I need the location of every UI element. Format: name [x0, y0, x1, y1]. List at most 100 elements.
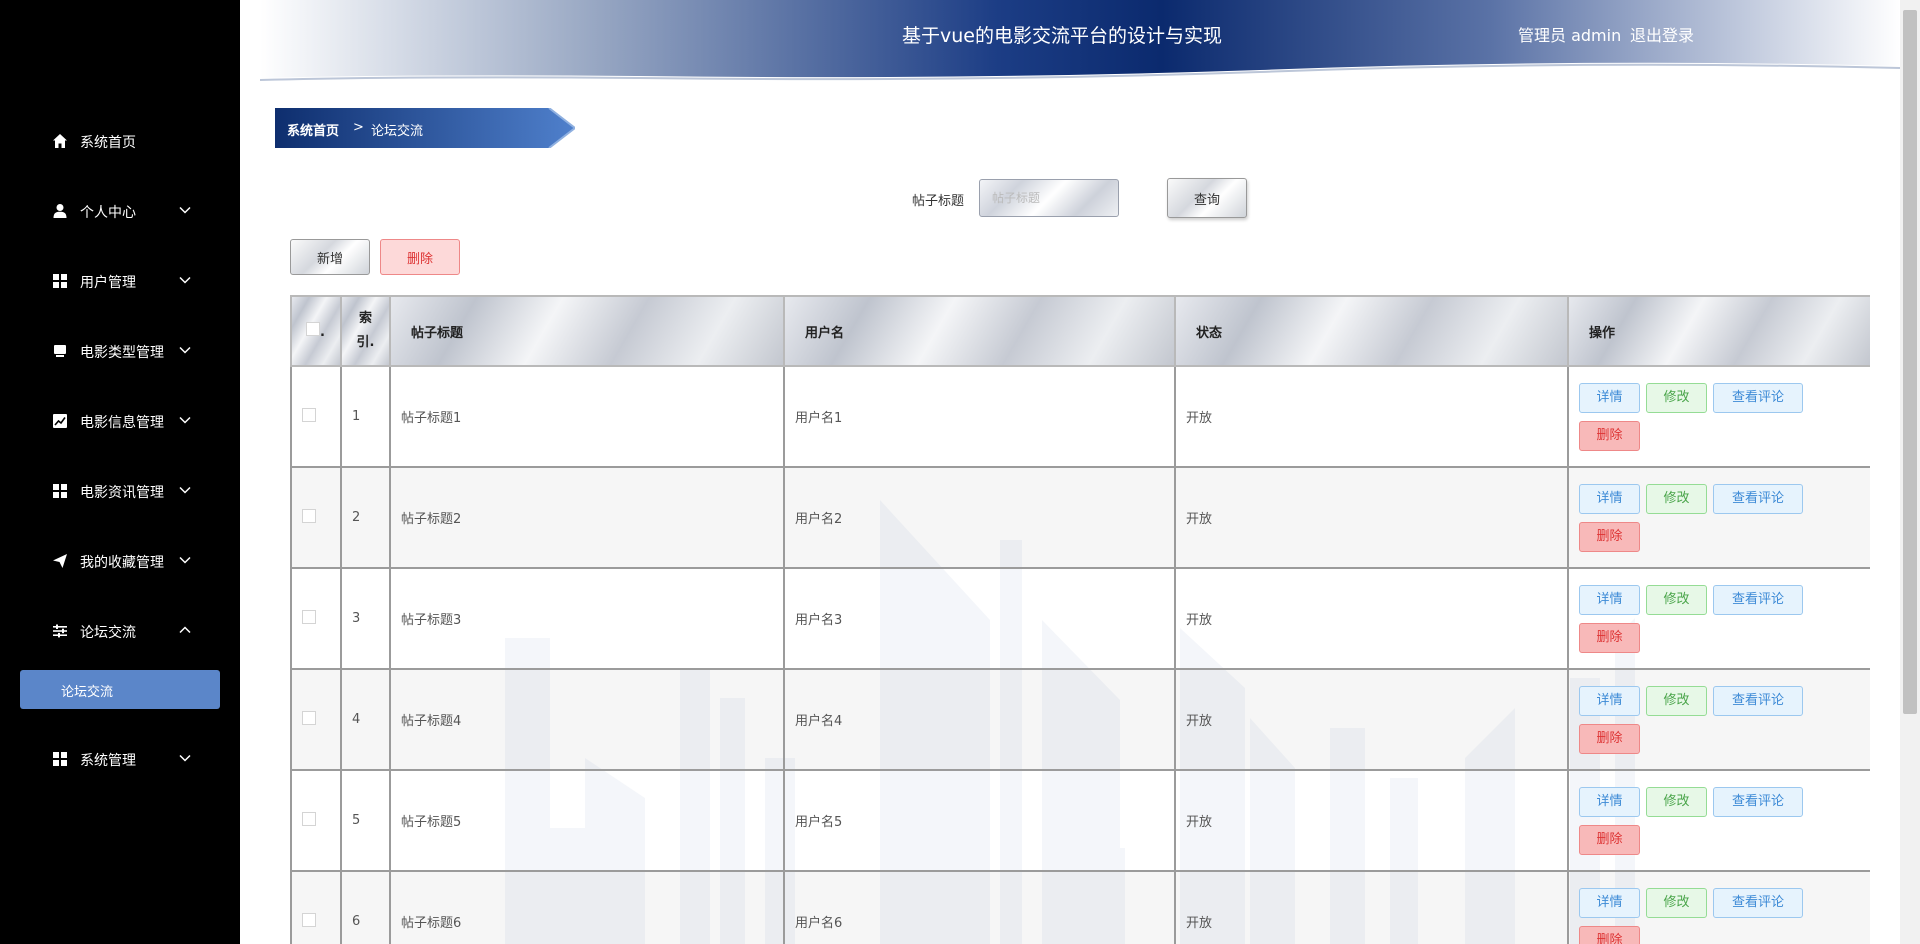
- row-checkbox[interactable]: [302, 912, 316, 927]
- cell-select: [290, 668, 342, 771]
- cell-select: [290, 567, 342, 670]
- sidebar-item-label: 我的收藏管理: [80, 555, 164, 571]
- edit-button[interactable]: 修改: [1646, 483, 1707, 514]
- page-scrollbar-thumb[interactable]: [1903, 10, 1917, 714]
- chevron-down-icon: [179, 486, 191, 494]
- cell-actions: 详情 修改 查看评论 删除: [1567, 567, 1870, 670]
- sidebar-item-movie-news-management[interactable]: 电影资讯管理: [0, 471, 240, 511]
- sidebar-item-movie-type-management[interactable]: 电影类型管理: [0, 331, 240, 371]
- sidebar-item-forum[interactable]: 论坛交流: [0, 611, 240, 651]
- row-delete-button[interactable]: 删除: [1579, 622, 1640, 653]
- sidebar: 系统首页 个人中心 用户管理 电影类型管理 电影信息管理 电影资讯管理 我的收藏…: [0, 0, 240, 944]
- cell-title: 帖子标题4: [389, 668, 785, 771]
- row-checkbox[interactable]: [302, 710, 316, 725]
- sidebar-item-favorites-management[interactable]: 我的收藏管理: [0, 541, 240, 581]
- chevron-down-icon: [179, 556, 191, 564]
- breadcrumb-home[interactable]: 系统首页: [287, 120, 339, 139]
- logout-link[interactable]: 退出登录: [1630, 22, 1694, 46]
- row-delete-button[interactable]: 删除: [1579, 925, 1640, 944]
- detail-button[interactable]: 详情: [1579, 584, 1640, 615]
- add-button[interactable]: 新增: [290, 239, 370, 275]
- row-delete-button[interactable]: 删除: [1579, 723, 1640, 754]
- cell-status: 开放: [1174, 668, 1569, 771]
- sidebar-item-label: 用户管理: [80, 275, 136, 291]
- view-comments-button[interactable]: 查看评论: [1713, 483, 1803, 514]
- chevron-down-icon: [179, 346, 191, 354]
- row-checkbox[interactable]: [302, 508, 316, 523]
- cell-username: 用户名6: [783, 870, 1176, 944]
- cell-index: 3: [340, 567, 391, 670]
- chart-icon: [53, 414, 67, 428]
- detail-button[interactable]: 详情: [1579, 685, 1640, 716]
- detail-button[interactable]: 详情: [1579, 483, 1640, 514]
- view-comments-button[interactable]: 查看评论: [1713, 382, 1803, 413]
- forum-table-container: . 索引. 帖子标题 用户名 状态 操作 1 帖子标题1 用户名1 开放 详情修…: [290, 295, 1870, 944]
- cell-select: [290, 769, 342, 872]
- breadcrumb-current: 论坛交流: [371, 124, 424, 139]
- select-all-checkbox[interactable]: [306, 322, 321, 336]
- view-comments-button[interactable]: 查看评论: [1713, 786, 1803, 817]
- cell-index: 6: [340, 870, 391, 944]
- detail-button[interactable]: 详情: [1579, 382, 1640, 413]
- sidebar-item-user-management[interactable]: 用户管理: [0, 261, 240, 301]
- header-username: 用户名: [783, 295, 1176, 367]
- edit-button[interactable]: 修改: [1646, 584, 1707, 615]
- view-comments-button[interactable]: 查看评论: [1713, 685, 1803, 716]
- cell-title: 帖子标题5: [389, 769, 785, 872]
- detail-button[interactable]: 详情: [1579, 786, 1640, 817]
- table-header-row: . 索引. 帖子标题 用户名 状态 操作: [290, 295, 1870, 367]
- header-select-all[interactable]: .: [290, 295, 342, 367]
- row-delete-button[interactable]: 删除: [1579, 420, 1640, 451]
- cell-status: 开放: [1174, 567, 1569, 670]
- cell-index: 1: [340, 365, 391, 468]
- row-checkbox[interactable]: [302, 811, 316, 826]
- sidebar-item-movie-info-management[interactable]: 电影信息管理: [0, 401, 240, 441]
- search-input[interactable]: [979, 179, 1119, 217]
- header-index: 索引.: [340, 295, 391, 367]
- cell-username: 用户名3: [783, 567, 1176, 670]
- sidebar-item-personal-center[interactable]: 个人中心: [0, 191, 240, 231]
- row-checkbox[interactable]: [302, 609, 316, 624]
- sidebar-item-home[interactable]: 系统首页: [0, 121, 240, 161]
- chevron-down-icon: [179, 206, 191, 214]
- cell-index: 5: [340, 769, 391, 872]
- cell-index: 2: [340, 466, 391, 569]
- cell-title: 帖子标题3: [389, 567, 785, 670]
- view-comments-button[interactable]: 查看评论: [1713, 584, 1803, 615]
- sidebar-item-label: 电影资讯管理: [80, 485, 164, 501]
- search-label: 帖子标题: [912, 194, 965, 209]
- cell-actions: 详情 修改 查看评论 删除: [1567, 769, 1870, 872]
- table-row: 2 帖子标题2 用户名2 开放 详情 修改 查看评论 删除: [290, 466, 1870, 569]
- cell-username: 用户名4: [783, 668, 1176, 771]
- sidebar-item-system-management[interactable]: 系统管理: [0, 739, 240, 779]
- view-comments-button[interactable]: 查看评论: [1713, 887, 1803, 918]
- cell-title: 帖子标题2: [389, 466, 785, 569]
- grid-icon: [53, 274, 67, 288]
- detail-button[interactable]: 详情: [1579, 887, 1640, 918]
- top-header: 基于vue的电影交流平台的设计与实现 管理员 admin 退出登录: [260, 0, 1900, 84]
- row-checkbox[interactable]: [302, 407, 316, 422]
- cell-select: [290, 870, 342, 944]
- row-delete-button[interactable]: 删除: [1579, 824, 1640, 855]
- cell-actions: 详情 修改 查看评论 删除: [1567, 365, 1870, 468]
- sidebar-item-label: 系统首页: [80, 135, 136, 151]
- row-delete-button[interactable]: 删除: [1579, 521, 1640, 552]
- sidebar-subitem-forum[interactable]: 论坛交流: [20, 670, 220, 709]
- edit-button[interactable]: 修改: [1646, 685, 1707, 716]
- sliders-icon: [53, 624, 67, 638]
- cell-status: 开放: [1174, 365, 1569, 468]
- grid-icon: [53, 752, 67, 766]
- table-row: 4 帖子标题4 用户名4 开放 详情 修改 查看评论 删除: [290, 668, 1870, 771]
- cell-index: 4: [340, 668, 391, 771]
- cell-title: 帖子标题6: [389, 870, 785, 944]
- search-button[interactable]: 查询: [1167, 178, 1247, 218]
- batch-delete-button[interactable]: 删除: [380, 239, 460, 275]
- chevron-down-icon: [179, 276, 191, 284]
- cell-actions: 详情 修改 查看评论 删除: [1567, 466, 1870, 569]
- forum-table: . 索引. 帖子标题 用户名 状态 操作 1 帖子标题1 用户名1 开放 详情修…: [290, 295, 1870, 944]
- cell-status: 开放: [1174, 769, 1569, 872]
- edit-button[interactable]: 修改: [1646, 887, 1707, 918]
- edit-button[interactable]: 修改: [1646, 382, 1707, 413]
- edit-button[interactable]: 修改: [1646, 786, 1707, 817]
- cell-select: [290, 466, 342, 569]
